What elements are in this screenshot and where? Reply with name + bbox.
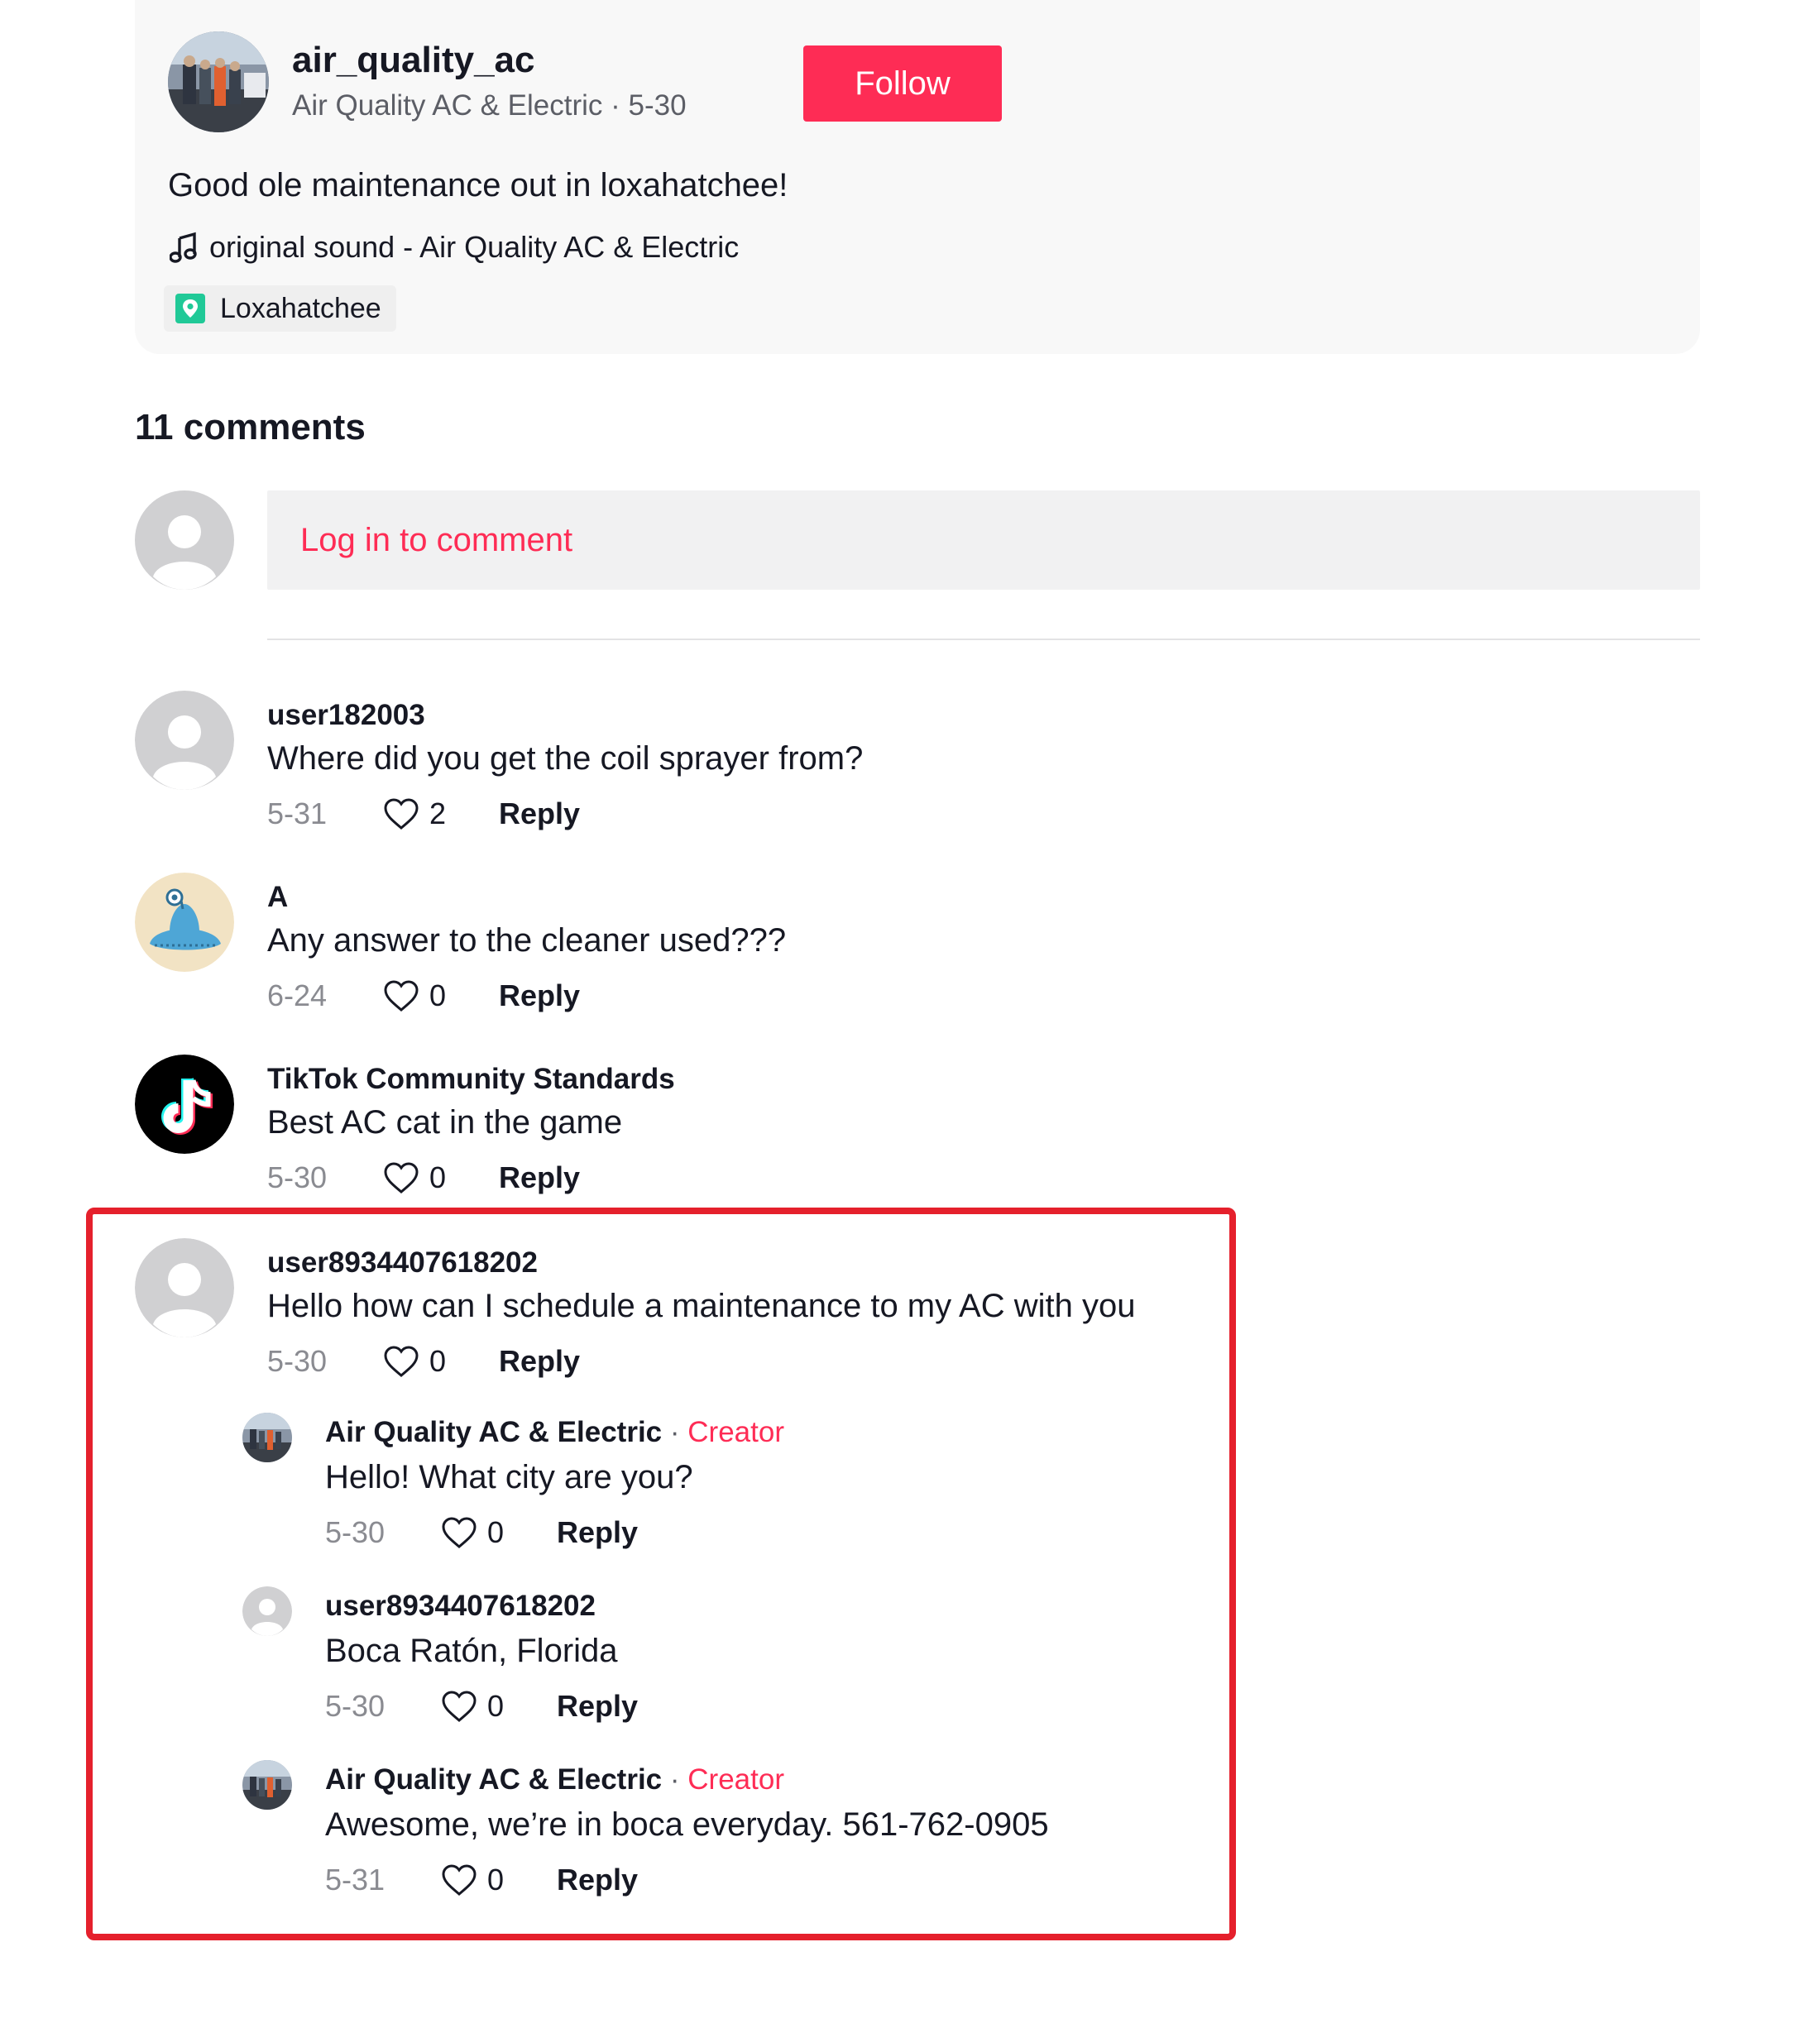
- author-nickname-date: Air Quality AC & Electric · 5-30: [292, 89, 687, 122]
- like-count: 0: [487, 1515, 505, 1549]
- comment-date: 5-30: [267, 1160, 328, 1194]
- heart-icon: [384, 798, 419, 830]
- comment-actions: 5-31 2 Reply: [267, 796, 580, 831]
- tiktok-logo-icon: [135, 1055, 234, 1154]
- comment-username[interactable]: user8934407618202: [267, 1246, 538, 1280]
- sound-name: original sound - Air Quality AC & Electr…: [209, 230, 740, 264]
- reply-date: 5-30: [325, 1689, 386, 1723]
- heart-icon: [442, 1691, 477, 1722]
- comment-date: 6-24: [267, 978, 328, 1012]
- reply-username[interactable]: Air Quality AC & Electric · Creator: [325, 1763, 784, 1796]
- author-photo-icon: [242, 1760, 292, 1810]
- post-caption: Good ole maintenance out in loxahatchee!: [168, 167, 788, 203]
- commenter-avatar[interactable]: [135, 1238, 234, 1337]
- like-button[interactable]: 0: [441, 1863, 557, 1897]
- reply-button[interactable]: Reply: [499, 1344, 580, 1379]
- post-info-card: air_quality_ac Air Quality AC & Electric…: [135, 0, 1700, 354]
- music-note-icon: [169, 232, 198, 263]
- reply-username[interactable]: Air Quality AC & Electric · Creator: [325, 1416, 784, 1449]
- alien-avatar-icon: [135, 873, 234, 972]
- creator-badge: Creator: [687, 1416, 784, 1448]
- author-photo-icon: [242, 1413, 292, 1462]
- commenter-avatar[interactable]: [135, 1055, 234, 1154]
- like-count: 0: [429, 978, 447, 1012]
- location-name: Loxahatchee: [220, 292, 381, 324]
- reply-user-name: Air Quality AC & Electric: [325, 1763, 663, 1796]
- like-count: 0: [487, 1689, 505, 1723]
- location-chip[interactable]: Loxahatchee: [164, 285, 396, 332]
- default-avatar-icon: [135, 691, 234, 790]
- comment-actions: 5-30 0 Reply: [267, 1344, 580, 1379]
- creator-badge: Creator: [687, 1763, 784, 1796]
- comment-date: 5-31: [267, 796, 328, 830]
- default-avatar-icon: [135, 490, 234, 590]
- comment-actions: 5-30 0 Reply: [267, 1160, 580, 1195]
- like-button[interactable]: 0: [383, 1160, 499, 1195]
- author-avatar[interactable]: [168, 31, 269, 132]
- default-avatar-icon: [135, 1238, 234, 1337]
- sound-link[interactable]: original sound - Air Quality AC & Electr…: [169, 230, 740, 265]
- like-count: 0: [429, 1344, 447, 1378]
- like-button[interactable]: 2: [383, 796, 499, 831]
- author-photo-icon: [168, 31, 269, 132]
- comment-username[interactable]: A: [267, 881, 288, 914]
- reply-button[interactable]: Reply: [499, 1160, 580, 1195]
- like-count: 0: [487, 1863, 505, 1897]
- comment-username[interactable]: TikTok Community Standards: [267, 1063, 675, 1096]
- reply-text: Awesome, we’re in boca everyday. 561-762…: [325, 1806, 1049, 1843]
- reply-actions: 5-30 0 Reply: [325, 1689, 638, 1724]
- reply-actions: 5-30 0 Reply: [325, 1515, 638, 1550]
- comment-text: Hello how can I schedule a maintenance t…: [267, 1288, 1136, 1324]
- comment-username[interactable]: user182003: [267, 699, 425, 732]
- replier-avatar[interactable]: [242, 1586, 292, 1636]
- reply-button[interactable]: Reply: [499, 978, 580, 1013]
- heart-icon: [384, 980, 419, 1012]
- reply-actions: 5-31 0 Reply: [325, 1863, 638, 1897]
- reply-date: 5-31: [325, 1863, 386, 1897]
- commenter-avatar[interactable]: [135, 873, 234, 972]
- reply-button[interactable]: Reply: [499, 796, 580, 831]
- follow-button[interactable]: Follow: [803, 45, 1002, 122]
- comment-date: 5-30: [267, 1344, 328, 1378]
- heart-icon: [384, 1346, 419, 1377]
- heart-icon: [442, 1864, 477, 1896]
- reply-date: 5-30: [325, 1515, 386, 1549]
- heart-icon: [384, 1162, 419, 1193]
- reply-user-name: Air Quality AC & Electric: [325, 1416, 663, 1448]
- login-to-comment-link[interactable]: Log in to comment: [300, 522, 572, 559]
- like-button[interactable]: 0: [441, 1689, 557, 1724]
- comment-actions: 6-24 0 Reply: [267, 978, 580, 1013]
- login-to-comment-box[interactable]: Log in to comment: [267, 490, 1700, 590]
- reply-text: Boca Ratón, Florida: [325, 1633, 618, 1669]
- comments-count: 11 comments: [135, 407, 366, 447]
- heart-icon: [442, 1517, 477, 1548]
- like-count: 0: [429, 1160, 447, 1194]
- default-avatar-icon: [242, 1586, 292, 1636]
- like-count: 2: [429, 796, 447, 830]
- separator-dot: ·: [662, 1416, 688, 1448]
- comment-text: Any answer to the cleaner used???: [267, 922, 787, 959]
- reply-button[interactable]: Reply: [557, 1689, 638, 1724]
- commenter-avatar[interactable]: [135, 691, 234, 790]
- comment-text: Where did you get the coil sprayer from?: [267, 740, 864, 777]
- viewer-avatar: [135, 490, 234, 590]
- comment-text: Best AC cat in the game: [267, 1104, 623, 1141]
- like-button[interactable]: 0: [383, 978, 499, 1013]
- reply-username[interactable]: user8934407618202: [325, 1590, 596, 1623]
- replier-avatar[interactable]: [242, 1760, 292, 1810]
- separator-dot: ·: [662, 1763, 688, 1796]
- divider: [267, 639, 1700, 640]
- like-button[interactable]: 0: [383, 1344, 499, 1379]
- replier-avatar[interactable]: [242, 1413, 292, 1462]
- reply-button[interactable]: Reply: [557, 1863, 638, 1897]
- like-button[interactable]: 0: [441, 1515, 557, 1550]
- author-username[interactable]: air_quality_ac: [292, 40, 535, 81]
- location-pin-icon: [175, 294, 205, 323]
- reply-button[interactable]: Reply: [557, 1515, 638, 1550]
- reply-text: Hello! What city are you?: [325, 1459, 693, 1495]
